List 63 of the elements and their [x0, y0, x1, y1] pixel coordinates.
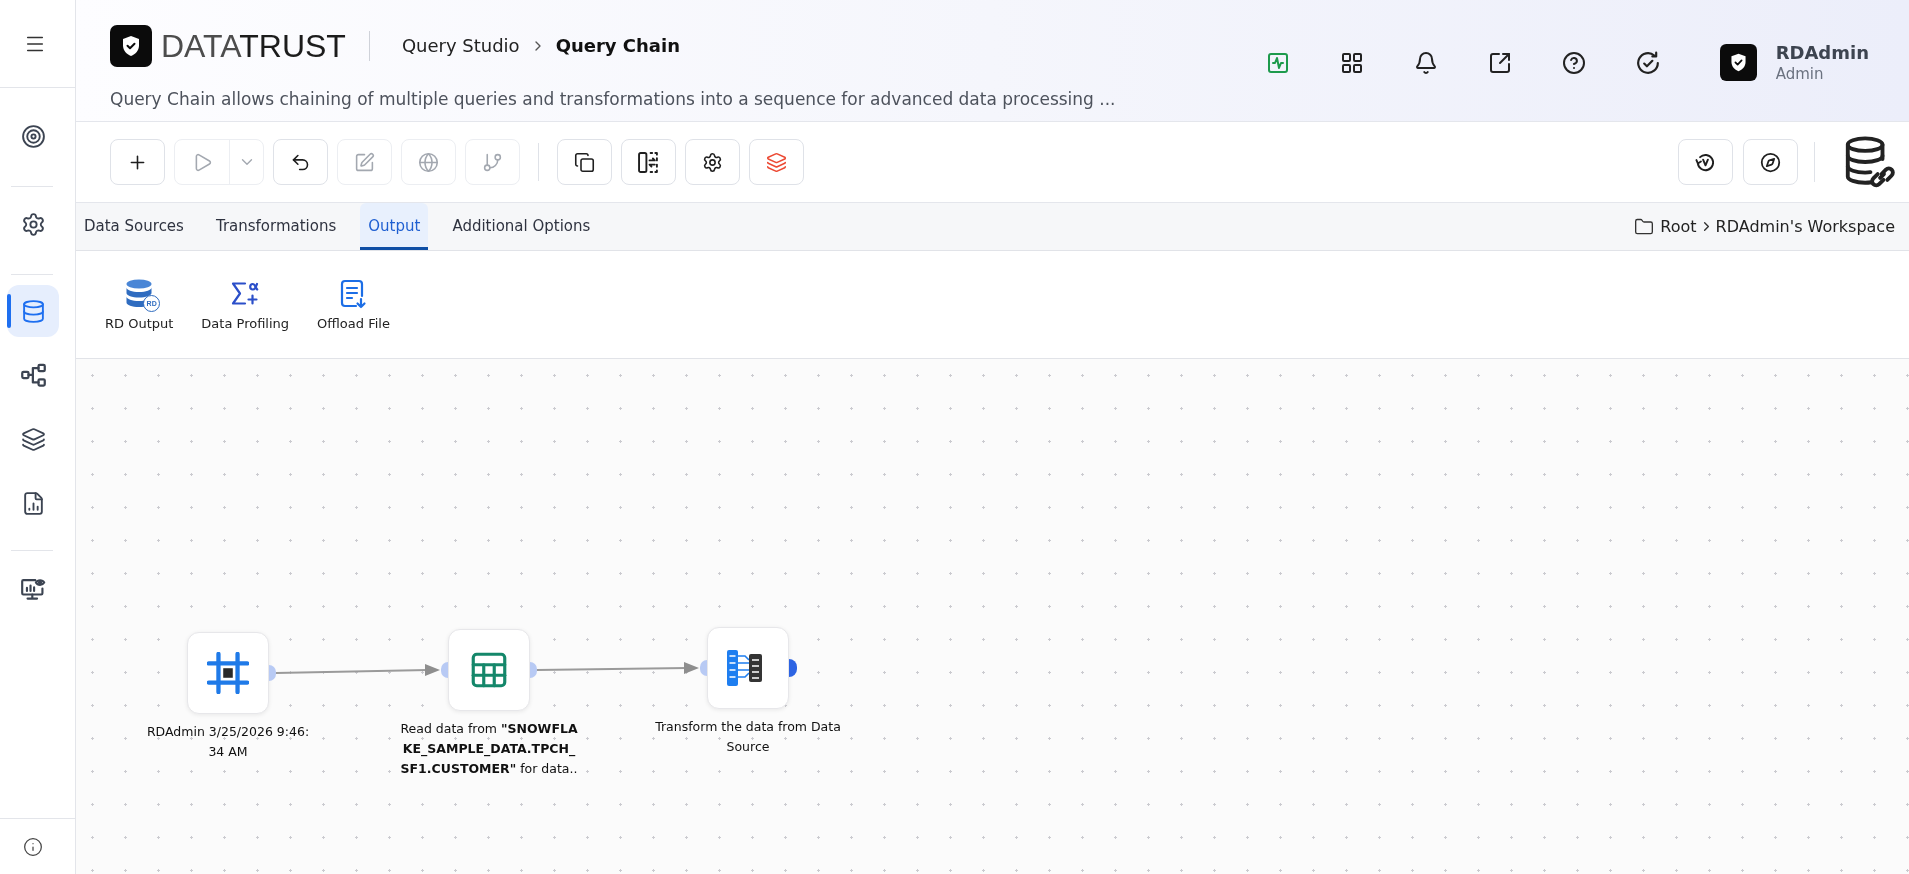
layers-button[interactable] — [749, 139, 804, 185]
path-link[interactable]: RDAdmin's Workspace — [1715, 214, 1895, 239]
node-label: RDAdmin 3/25/2026 9:46:34 AM — [145, 723, 311, 761]
refresh-check-icon — [1635, 50, 1660, 75]
settings-button[interactable] — [685, 139, 740, 185]
grid-icon — [1339, 50, 1364, 75]
target-icon — [20, 123, 46, 149]
workflow-node[interactable] — [187, 632, 269, 714]
connection-handle[interactable] — [700, 660, 707, 676]
tab[interactable]: Output — [360, 203, 429, 250]
user-avatar — [1719, 44, 1757, 81]
activity-icon — [1265, 50, 1290, 75]
page-title: Query Chain — [555, 34, 680, 58]
connection-handle[interactable] — [530, 662, 537, 678]
tool-label: RD Output — [105, 316, 174, 332]
tool-label: Data Profiling — [201, 316, 290, 332]
external-link-icon — [1487, 50, 1512, 75]
sidebar-item[interactable] — [7, 285, 59, 337]
path-link[interactable]: Root — [1660, 214, 1697, 239]
output-tool-button[interactable]: Data Profiling — [191, 279, 300, 332]
tool-label: Offload File — [317, 316, 390, 332]
file-download-icon — [339, 279, 368, 309]
layers-icon — [766, 151, 787, 173]
compare-icon — [638, 151, 659, 173]
node-label: Transform the data from Data Source — [655, 718, 841, 756]
connection-handle[interactable] — [789, 659, 797, 677]
info-icon — [23, 836, 43, 857]
compass-button[interactable] — [1743, 139, 1798, 185]
settings-icon — [702, 151, 723, 173]
page-description: Query Chain allows chaining of multiple queries and transformations into a sequence for advanced data processing ... — [110, 88, 1116, 111]
version-history-button[interactable] — [1678, 139, 1733, 185]
tab[interactable]: Additional Options — [444, 203, 599, 250]
user-name: RDAdmin — [1775, 41, 1869, 64]
edit-icon — [354, 151, 375, 173]
version-history-icon — [1695, 151, 1716, 173]
output-tool-button[interactable]: Offload File — [307, 279, 400, 332]
logo-icon — [110, 24, 152, 67]
frame-icon — [207, 652, 249, 694]
compare-button[interactable] — [621, 139, 676, 185]
hierarchy-icon — [20, 362, 46, 388]
bell-icon — [1413, 50, 1438, 75]
tab[interactable]: Data Sources — [76, 203, 192, 250]
help-icon — [1561, 50, 1586, 75]
copy-button[interactable] — [557, 139, 612, 185]
workflow-node[interactable] — [707, 627, 789, 709]
node-label: Read data from "SNOWFLAKE_SAMPLE_DATA.TPCH_SF1.CUSTOMER" for data.. — [399, 720, 579, 778]
globe-icon — [418, 151, 439, 173]
user-role: Admin — [1775, 63, 1825, 84]
copy-icon — [574, 151, 595, 173]
tab[interactable]: Transformations — [207, 203, 345, 250]
folder-icon — [1634, 216, 1655, 237]
workflow-node[interactable] — [448, 629, 530, 711]
database-icon — [20, 298, 46, 324]
settings-icon — [20, 211, 46, 237]
breadcrumb-link[interactable]: Query Studio — [401, 32, 520, 59]
compass-icon — [1760, 151, 1781, 173]
selection-bar — [7, 294, 11, 328]
branch-icon — [482, 151, 503, 173]
layers-icon — [20, 426, 46, 452]
connection-handle[interactable] — [269, 665, 276, 681]
connection-handle[interactable] — [441, 662, 448, 678]
brand-wordmark: DATATRUST — [161, 29, 346, 62]
undo-button[interactable] — [273, 139, 328, 185]
